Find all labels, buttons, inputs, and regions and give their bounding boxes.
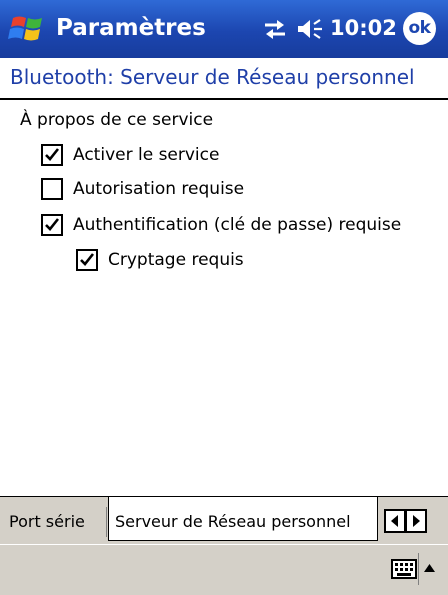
screen: Paramètres 10:02 ok Bluetooth: Serveur d… [0, 0, 448, 595]
checkbox-unchecked[interactable] [41, 178, 63, 200]
checkbox-checked[interactable] [41, 144, 63, 166]
authorization-required-checkbox[interactable]: Autorisation requise [41, 175, 244, 203]
option-label: Authentification (clé de passe) requise [73, 215, 402, 235]
encryption-required-checkbox[interactable]: Cryptage requis [76, 246, 244, 274]
arrow-left-icon [391, 515, 398, 527]
option-label: Cryptage requis [108, 250, 244, 270]
tab-personal-network-server[interactable]: Serveur de Réseau personnel [108, 497, 378, 541]
input-panel-toggle-button[interactable] [418, 553, 440, 585]
windows-flag-icon[interactable] [7, 12, 51, 46]
section-label: À propos de ce service [20, 110, 214, 130]
arrow-right-icon [413, 515, 420, 527]
checkbox-checked[interactable] [41, 214, 63, 236]
tab-serial-port[interactable]: Port série [4, 507, 107, 537]
speaker-icon[interactable] [296, 17, 326, 41]
caret-up-icon [424, 564, 435, 572]
tab-scroll-left-button[interactable] [384, 509, 406, 533]
option-label: Autorisation requise [73, 179, 245, 199]
heading-divider [0, 98, 448, 100]
command-bar [0, 544, 448, 595]
activate-service-checkbox[interactable]: Activer le service [41, 141, 219, 169]
clock[interactable]: 10:02 [330, 12, 397, 44]
option-label: Activer le service [73, 145, 220, 165]
checkbox-checked[interactable] [76, 249, 98, 271]
tab-strip: Port série Serveur de Réseau personnel [0, 496, 448, 544]
tab-scroll-right-button[interactable] [405, 509, 427, 533]
authentication-required-checkbox[interactable]: Authentification (clé de passe) requise [41, 211, 401, 239]
ok-button[interactable]: ok [403, 12, 436, 45]
connectivity-arrows-icon[interactable] [262, 18, 288, 40]
page-title: Bluetooth: Serveur de Réseau personnel [10, 65, 415, 89]
app-title: Paramètres [56, 15, 206, 41]
title-bar: Paramètres 10:02 ok [0, 0, 448, 58]
keyboard-icon[interactable] [391, 557, 417, 581]
